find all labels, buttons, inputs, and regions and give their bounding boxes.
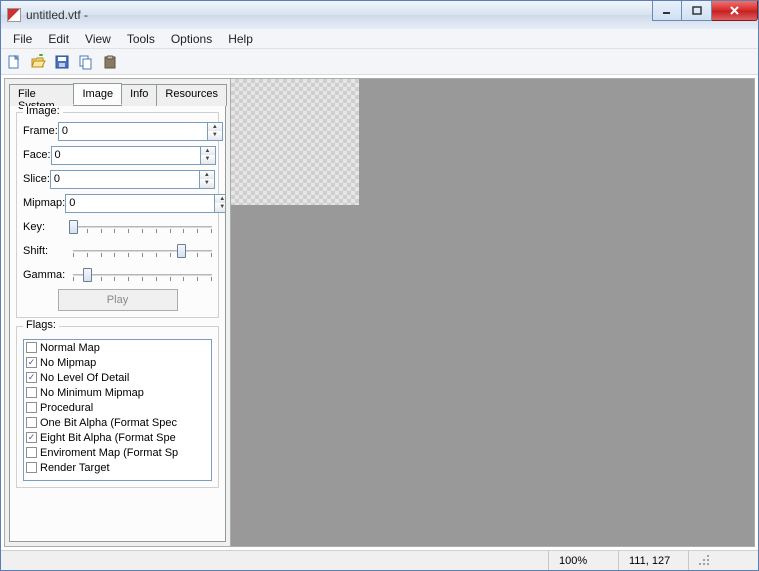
flag-checkbox[interactable] [26, 462, 37, 473]
tabstrip: File System Image Info Resources [9, 83, 226, 105]
flag-row[interactable]: ✓Eight Bit Alpha (Format Spe [24, 430, 211, 445]
flag-label: No Minimum Mipmap [40, 387, 144, 399]
app-window: untitled.vtf - File Edit View Tools Opti… [0, 0, 759, 571]
main-area: File System Image Info Resources Image: … [4, 78, 755, 547]
window-title: untitled.vtf - [26, 8, 88, 22]
gamma-label: Gamma: [23, 269, 73, 281]
face-input[interactable] [51, 146, 200, 165]
mipmap-label: Mipmap: [23, 197, 65, 209]
menu-help[interactable]: Help [220, 30, 261, 48]
tab-body: Image: Frame: ▲▼ Face: ▲▼ [9, 105, 226, 542]
key-slider[interactable] [73, 219, 212, 235]
key-label: Key: [23, 221, 73, 233]
shift-slider[interactable] [73, 243, 212, 259]
shift-label: Shift: [23, 245, 73, 257]
maximize-button[interactable] [682, 1, 712, 21]
titlebar[interactable]: untitled.vtf - [1, 1, 758, 29]
app-icon [7, 8, 21, 22]
flags-list[interactable]: Normal Map✓No Mipmap✓No Level Of DetailN… [23, 339, 212, 481]
toolbar [1, 49, 758, 75]
new-file-icon[interactable] [5, 53, 23, 71]
mipmap-input[interactable] [65, 194, 214, 213]
flag-row[interactable]: ✓No Mipmap [24, 355, 211, 370]
menu-view[interactable]: View [77, 30, 119, 48]
face-spinner[interactable]: ▲▼ [200, 146, 216, 165]
tab-image[interactable]: Image [73, 83, 122, 105]
open-file-icon[interactable] [29, 53, 47, 71]
save-icon[interactable] [53, 53, 71, 71]
flag-label: Enviroment Map (Format Sp [40, 447, 178, 459]
flag-row[interactable]: ✓No Level Of Detail [24, 370, 211, 385]
menu-options[interactable]: Options [163, 30, 220, 48]
flag-row[interactable]: Normal Map [24, 340, 211, 355]
flag-checkbox[interactable] [26, 402, 37, 413]
gamma-slider[interactable] [73, 267, 212, 283]
image-canvas[interactable] [231, 79, 754, 546]
slice-label: Slice: [23, 173, 50, 185]
flag-checkbox[interactable] [26, 417, 37, 428]
slice-input[interactable] [50, 170, 199, 189]
status-coords: 111, 127 [618, 551, 688, 570]
status-zoom: 100% [548, 551, 618, 570]
resize-grip[interactable] [688, 551, 758, 570]
frame-spinner[interactable]: ▲▼ [207, 122, 223, 141]
frame-input[interactable] [58, 122, 207, 141]
flags-group: Flags: Normal Map✓No Mipmap✓No Level Of … [16, 326, 219, 488]
statusbar: 100% 111, 127 [1, 550, 758, 570]
flag-row[interactable]: Procedural [24, 400, 211, 415]
minimize-button[interactable] [652, 1, 682, 21]
flag-checkbox[interactable]: ✓ [26, 357, 37, 368]
menu-file[interactable]: File [5, 30, 40, 48]
flag-row[interactable]: One Bit Alpha (Format Spec [24, 415, 211, 430]
tab-filesystem[interactable]: File System [9, 84, 74, 106]
texture-preview [231, 79, 359, 205]
tab-resources[interactable]: Resources [156, 84, 227, 106]
flag-label: Procedural [40, 402, 93, 414]
image-group: Image: Frame: ▲▼ Face: ▲▼ [16, 112, 219, 318]
flag-label: No Mipmap [40, 357, 96, 369]
left-panel: File System Image Info Resources Image: … [5, 79, 231, 546]
flag-label: No Level Of Detail [40, 372, 129, 384]
flag-checkbox[interactable]: ✓ [26, 372, 37, 383]
flag-row[interactable]: Render Target [24, 460, 211, 475]
window-controls [652, 1, 758, 21]
flag-label: Normal Map [40, 342, 100, 354]
flags-group-label: Flags: [23, 319, 59, 331]
flag-row[interactable]: Enviroment Map (Format Sp [24, 445, 211, 460]
menu-tools[interactable]: Tools [119, 30, 163, 48]
menu-edit[interactable]: Edit [40, 30, 77, 48]
slice-spinner[interactable]: ▲▼ [199, 170, 215, 189]
close-button[interactable] [712, 1, 758, 21]
flag-label: One Bit Alpha (Format Spec [40, 417, 177, 429]
flag-checkbox[interactable] [26, 447, 37, 458]
tab-info[interactable]: Info [121, 84, 157, 106]
menubar: File Edit View Tools Options Help [1, 29, 758, 49]
image-group-label: Image: [23, 105, 63, 117]
paste-icon[interactable] [101, 53, 119, 71]
copy-icon[interactable] [77, 53, 95, 71]
flag-checkbox[interactable]: ✓ [26, 432, 37, 443]
flag-label: Render Target [40, 462, 110, 474]
mipmap-spinner[interactable]: ▲▼ [214, 194, 226, 213]
face-label: Face: [23, 149, 51, 161]
flag-row[interactable]: No Minimum Mipmap [24, 385, 211, 400]
flag-label: Eight Bit Alpha (Format Spe [40, 432, 176, 444]
flag-checkbox[interactable] [26, 342, 37, 353]
flag-checkbox[interactable] [26, 387, 37, 398]
play-button[interactable]: Play [58, 289, 178, 311]
frame-label: Frame: [23, 125, 58, 137]
